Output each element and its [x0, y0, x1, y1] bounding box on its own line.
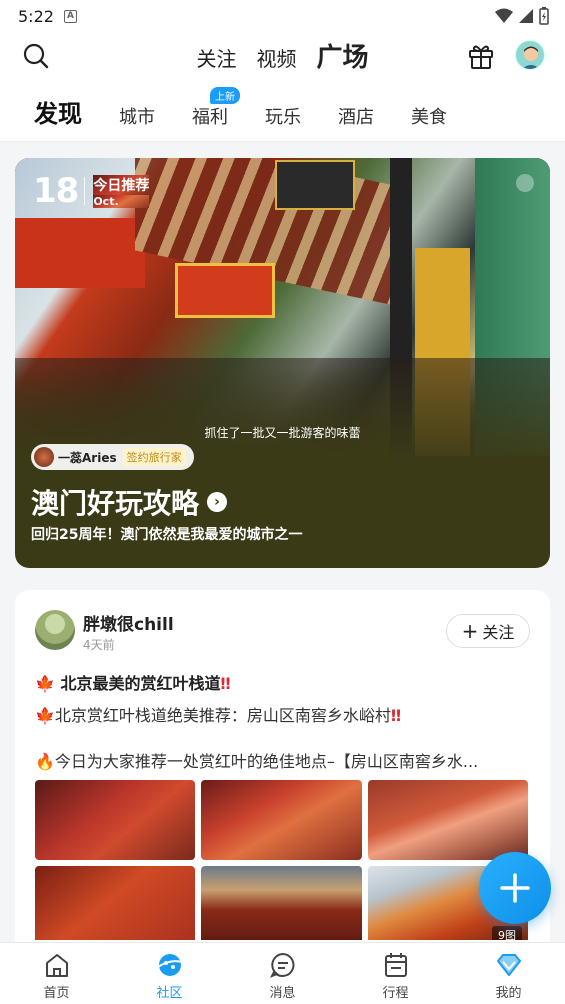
post-title[interactable]: 🍁 北京最美的赏红叶栈道‼: [35, 670, 231, 694]
featured-card[interactable]: 18 今日推荐 Oct. 抓住了一批又一批游客的味蕾 一蕊Aries 签约旅行家…: [15, 158, 550, 568]
nav-home[interactable]: 首页: [0, 943, 113, 1004]
author-chip[interactable]: 一蕊Aries 签约旅行家: [31, 444, 194, 470]
bottom-nav: 首页 社区 消息 行程 我的: [0, 942, 565, 1004]
calendar-icon: [384, 953, 407, 977]
subtab-city[interactable]: 城市: [119, 103, 155, 129]
status-time: 5:22: [18, 6, 54, 26]
post-image[interactable]: [201, 780, 362, 860]
status-icons: [495, 7, 549, 25]
chevron-right-icon: ›: [207, 492, 228, 512]
nav-trips-label: 行程: [382, 986, 409, 1001]
wifi-icon: [495, 8, 513, 23]
photo-sign: [15, 218, 145, 288]
new-badge: 上新: [210, 87, 240, 104]
tab-follow[interactable]: 关注: [196, 43, 236, 76]
double-exclamation-icon: ‼: [220, 674, 231, 693]
user-avatar[interactable]: [515, 40, 545, 70]
double-exclamation-icon: ‼: [390, 706, 401, 725]
nav-messages-label: 消息: [269, 986, 296, 1001]
nav-community-label: 社区: [156, 986, 183, 1001]
subtab-hotel[interactable]: 酒店: [338, 103, 374, 129]
community-icon: [156, 954, 182, 976]
follow-label: 关注: [482, 623, 515, 642]
header: 关注 视频 广场 发现 城市 上新福利 玩乐 酒店 美食: [0, 32, 565, 142]
nav-trips[interactable]: 行程: [339, 943, 452, 1004]
post-image[interactable]: [201, 866, 362, 940]
post-author-avatar[interactable]: [35, 610, 75, 650]
gift-button[interactable]: [467, 42, 495, 70]
signal-icon: [519, 9, 533, 23]
author-tag: 签约旅行家: [122, 448, 186, 466]
featured-subtitle: 回归25周年！澳门依然是我最爱的城市之一: [31, 527, 303, 543]
plus-icon: +: [461, 619, 479, 643]
post-line: 🍁北京赏红叶栈道绝美推荐：房山区南窖乡水峪村‼: [35, 702, 401, 726]
date-divider: [84, 177, 86, 205]
nav-home-label: 首页: [43, 986, 70, 1001]
follow-button[interactable]: + 关注: [446, 614, 530, 648]
image-count-badge: 9图: [491, 926, 522, 940]
sub-tabs: 发现 城市 上新福利 玩乐 酒店 美食: [34, 87, 484, 129]
featured-title[interactable]: 澳门好玩攻略 ›: [31, 482, 228, 522]
post-card[interactable]: 胖墩很chill 4天前 + 关注 🍁 北京最美的赏红叶栈道‼ 🍁北京赏红叶栈道…: [15, 590, 550, 960]
subtab-discover[interactable]: 发现: [34, 94, 82, 129]
subtab-fun[interactable]: 玩乐: [265, 103, 301, 129]
daily-pick-label: 今日推荐: [93, 174, 150, 195]
battery-icon: [539, 7, 549, 25]
nav-mine[interactable]: 我的: [452, 943, 565, 1004]
date-text: 今日推荐 Oct.: [93, 174, 150, 208]
post-title-text: 北京最美的赏红叶栈道: [60, 674, 221, 693]
post-image[interactable]: [35, 780, 196, 860]
post-image[interactable]: [367, 780, 528, 860]
maple-leaf-icon: 🍁: [35, 674, 55, 693]
nav-messages[interactable]: 消息: [226, 943, 339, 1004]
plus-icon: [500, 873, 530, 903]
diamond-icon: [496, 954, 521, 976]
video-caption: 抓住了一批又一批游客的味蕾: [204, 426, 361, 440]
close-icon[interactable]: [516, 174, 534, 192]
subtab-welfare[interactable]: 上新福利: [192, 87, 240, 129]
author-avatar: [34, 447, 54, 467]
post-line: 🔥今日为大家推荐一处赏红叶的绝佳地点–【房山区南窖乡水...: [35, 748, 530, 772]
tab-video[interactable]: 视频: [256, 43, 296, 76]
tab-square[interactable]: 广场: [312, 37, 369, 76]
post-line-text: 北京赏红叶栈道绝美推荐：房山区南窖乡水峪村: [54, 706, 391, 725]
notification-icon: A: [63, 9, 77, 23]
subtab-discover-label: 发现: [34, 100, 82, 128]
maple-leaf-icon: 🍁: [35, 706, 55, 725]
gift-icon: [469, 45, 493, 69]
date-number: 18: [33, 171, 79, 211]
photo-sign: [275, 160, 355, 210]
nav-mine-label: 我的: [495, 986, 522, 1001]
date-month: Oct.: [93, 194, 150, 208]
date-badge: 18 今日推荐 Oct.: [33, 171, 150, 211]
featured-title-text: 澳门好玩攻略: [31, 487, 200, 520]
message-icon: [269, 953, 294, 978]
post-image-grid: 9图: [35, 780, 528, 940]
status-bar: 5:22 A: [0, 0, 565, 32]
nav-community[interactable]: 社区: [113, 943, 226, 1004]
post-line-text: 今日为大家推荐一处赏红叶的绝佳地点–【房山区南窖乡水...: [54, 752, 479, 771]
subtab-food[interactable]: 美食: [411, 103, 447, 129]
create-post-button[interactable]: [479, 852, 551, 924]
post-time: 4天前: [83, 638, 115, 652]
photo-sign: [175, 263, 275, 318]
fire-icon: 🔥: [35, 752, 55, 771]
photo-crowd: [15, 358, 550, 456]
post-image[interactable]: [35, 866, 196, 940]
subtab-welfare-label: 福利: [192, 107, 228, 128]
author-name: 一蕊Aries: [58, 450, 117, 465]
home-icon: [45, 954, 68, 977]
post-author-name[interactable]: 胖墩很chill: [83, 610, 174, 635]
